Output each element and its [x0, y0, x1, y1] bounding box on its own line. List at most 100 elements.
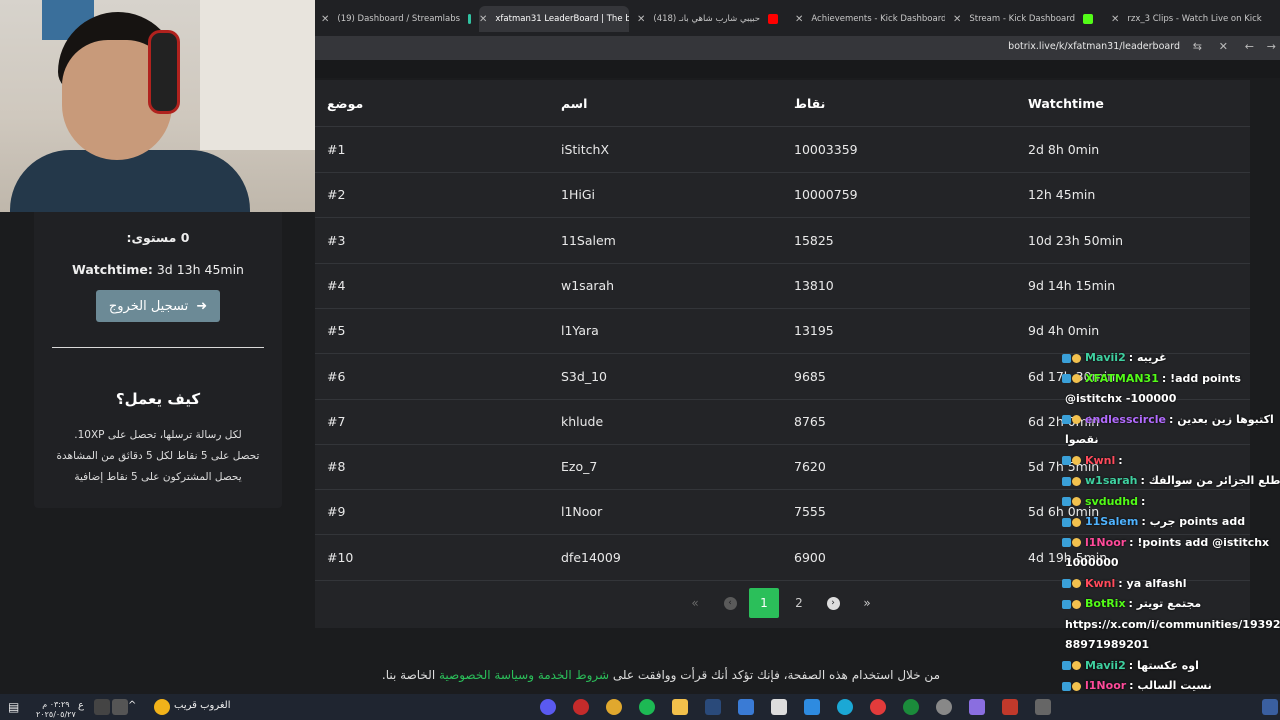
- cell-points: 7555: [794, 504, 826, 520]
- clock-date: ٢٠٢٥/٠٥/٢٧: [36, 710, 76, 719]
- folder-icon[interactable]: [672, 699, 688, 715]
- how-it-works-line: لكل رسالة ترسلها، تحصل على 10XP.: [74, 429, 242, 441]
- app-icon[interactable]: [1035, 699, 1051, 715]
- chat-message: XFATMAN31: !add points: [1062, 370, 1280, 388]
- header-points: نقاط: [794, 96, 826, 111]
- chevron-up-icon[interactable]: ^: [128, 700, 136, 711]
- browser-tab[interactable]: ✕ Stream - Kick Dashboard: [953, 6, 1103, 32]
- page-1-button[interactable]: 1: [749, 588, 779, 618]
- volume-icon[interactable]: [112, 699, 128, 715]
- close-tab-icon[interactable]: ✕: [953, 14, 961, 25]
- prev-page-button[interactable]: ‹: [722, 588, 738, 618]
- chat-username: Kwnl: [1085, 576, 1116, 590]
- chat-message: endlesscircle: اكتبوها زين بعدين: [1062, 411, 1280, 429]
- chat-text: : !add points: [1161, 371, 1241, 385]
- chat-badge-icon: [1062, 456, 1071, 465]
- chat-username: endlesscircle: [1085, 412, 1166, 426]
- chat-badge-icon: [1072, 456, 1081, 465]
- weather-text[interactable]: الغروب قريب: [174, 700, 231, 711]
- webcam-headphones: [148, 30, 180, 114]
- browser-tab-active[interactable]: ✕ xfatman31 LeaderBoard | The b: [479, 6, 629, 32]
- site-settings-icon[interactable]: ⇆: [1193, 40, 1202, 53]
- edge-icon[interactable]: [837, 699, 853, 715]
- close-tab-icon[interactable]: ✕: [637, 14, 645, 25]
- chat-badge-icon: [1062, 415, 1071, 424]
- back-arrow-icon[interactable]: ←: [1245, 40, 1254, 53]
- chat-badge-icon: [1072, 415, 1081, 424]
- app-icon[interactable]: [804, 699, 820, 715]
- level-text: 0 مستوى:: [126, 230, 190, 245]
- chat-badge-icon: [1062, 353, 1071, 363]
- next-page-button[interactable]: ›: [825, 588, 841, 618]
- tab-title: xfatman31 LeaderBoard | The b: [495, 14, 629, 24]
- first-page-button[interactable]: «: [687, 588, 703, 618]
- streamlabs-icon: [468, 14, 471, 24]
- watchtime-value: 3d 13h 45min: [156, 262, 244, 277]
- cell-watchtime: 12h 45min: [1028, 187, 1096, 203]
- app-icon-obs[interactable]: [573, 699, 589, 715]
- chat-badge-icon: [1072, 661, 1081, 670]
- app-icon[interactable]: [1002, 699, 1018, 715]
- logout-label: تسجيل الخروج: [108, 298, 189, 314]
- chat-badge-icon: [1072, 374, 1081, 383]
- app-icon[interactable]: [969, 699, 985, 715]
- browser-tab[interactable]: ✕ (19) Dashboard / Streamlabs: [321, 6, 471, 32]
- chat-badge-icon: [1072, 681, 1081, 691]
- watchtime-text: Watchtime: 3d 13h 45min: [34, 262, 282, 277]
- chat-badge-icon: [1072, 599, 1081, 609]
- cell-points: 15825: [794, 232, 834, 248]
- cell-name: 11Salem: [561, 232, 616, 248]
- chat-message: BotRix: مجتمع تويتر: [1062, 595, 1280, 613]
- forward-arrow-icon[interactable]: →: [1267, 40, 1276, 53]
- app-icon-discord[interactable]: [540, 699, 556, 715]
- close-tab-icon[interactable]: ✕: [795, 14, 803, 25]
- chat-badge-icon: [1062, 517, 1071, 527]
- chat-badge-icon: [1062, 599, 1071, 609]
- cell-name: l1Yara: [561, 323, 599, 339]
- page-2-button[interactable]: 2: [791, 588, 807, 618]
- close-tab-icon[interactable]: ✕: [321, 14, 329, 25]
- store-icon[interactable]: [771, 699, 787, 715]
- steam-icon[interactable]: [705, 699, 721, 715]
- start-icon[interactable]: [1262, 699, 1278, 715]
- footer-text-2: الخاصة بنا.: [381, 668, 436, 682]
- chrome-icon[interactable]: [606, 699, 622, 715]
- close-icon[interactable]: ✕: [1219, 40, 1228, 53]
- windows-taskbar: ▤ ٠٣:٢٩ م ٢٠٢٥/٠٥/٢٧ ع ^ الغروب قريب: [0, 694, 1280, 720]
- chat-text: @istitchx -100000: [1065, 392, 1177, 405]
- cell-rank: #7: [327, 413, 346, 429]
- browser-tab[interactable]: ✕ rzx_3 Clips - Watch Live on Kick: [1111, 6, 1269, 32]
- how-it-works-line: يحصل المشتركون على 5 نقاط إضافية: [74, 471, 242, 483]
- app-icon[interactable]: [738, 699, 754, 715]
- cell-name: l1Noor: [561, 504, 603, 520]
- xbox-icon[interactable]: [903, 699, 919, 715]
- notification-icon[interactable]: ▤: [8, 700, 19, 714]
- url-text[interactable]: botrix.live/k/xfatman31/leaderboard: [1008, 41, 1180, 52]
- chat-text: : طلع الجزائر من سوالفك: [1140, 474, 1280, 487]
- chat-username: l1Noor: [1085, 535, 1127, 549]
- browser-tab[interactable]: ✕ (418) حبيبي شارب شاهي بانـ: [637, 6, 787, 32]
- chat-text: : جرب points add: [1141, 515, 1246, 528]
- close-tab-icon[interactable]: ✕: [479, 14, 487, 25]
- app-icon[interactable]: [870, 699, 886, 715]
- system-tray-icon[interactable]: [94, 699, 110, 715]
- close-tab-icon[interactable]: ✕: [1111, 14, 1119, 25]
- chat-overlay: Mavii2: غريبه XFATMAN31: !add points @isti…: [1058, 345, 1280, 695]
- cell-name: 1HiGi: [561, 187, 595, 203]
- clock[interactable]: ٠٣:٢٩ م ٢٠٢٥/٠٥/٢٧: [36, 700, 76, 720]
- chat-badge-icon: [1072, 538, 1081, 547]
- browser-tab[interactable]: ✕ Achievements - Kick Dashboard: [795, 6, 945, 32]
- language-indicator[interactable]: ع: [78, 700, 84, 711]
- logout-button[interactable]: تسجيل الخروج ➜: [96, 290, 220, 322]
- webcam-person-body: [10, 150, 250, 212]
- terms-link[interactable]: شروط الخدمة وسياسة الخصوصية: [439, 668, 609, 682]
- chat-message: w1sarah: طلع الجزائر من سوالفك: [1062, 472, 1280, 490]
- cell-points: 13810: [794, 277, 834, 293]
- last-page-button[interactable]: »: [859, 588, 875, 618]
- spotify-icon[interactable]: [639, 699, 655, 715]
- chat-text: : ya alfashl: [1118, 576, 1187, 590]
- address-bar[interactable]: botrix.live/k/xfatman31/leaderboard ⇆ ✕ …: [315, 36, 1280, 60]
- chevron-right-icon: ›: [826, 596, 840, 610]
- chat-badge-icon: [1062, 476, 1071, 486]
- settings-gear-icon[interactable]: [936, 699, 952, 715]
